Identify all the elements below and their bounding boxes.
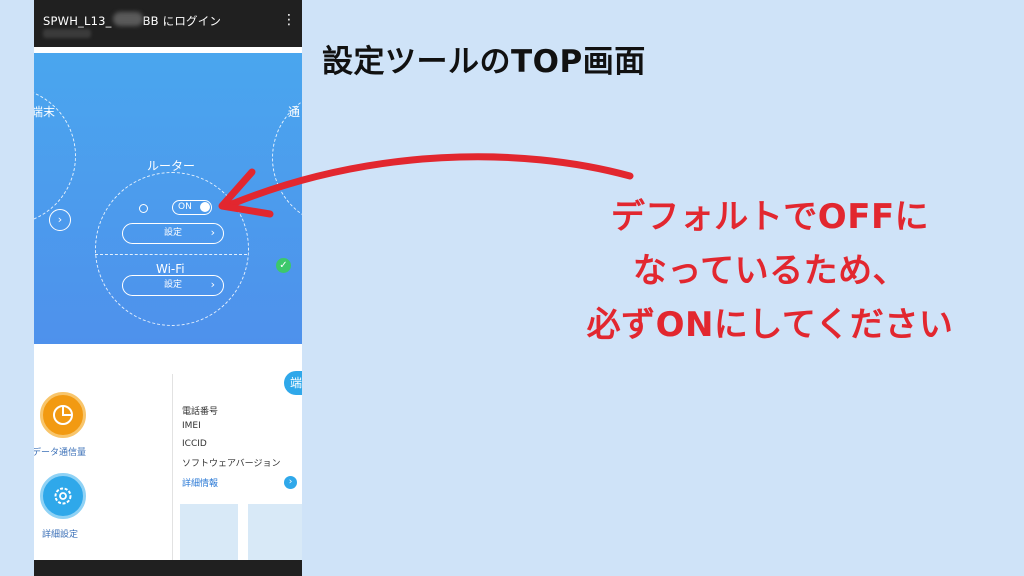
callout-text: デフォルトでOFFに なっているため、 必ずONにしてください [520, 190, 1020, 352]
callout-line-2: なっているため、 [632, 251, 908, 291]
callout-line-1: デフォルトでOFFに [610, 197, 930, 237]
callout-line-3: 必ずONにしてください [586, 305, 954, 345]
